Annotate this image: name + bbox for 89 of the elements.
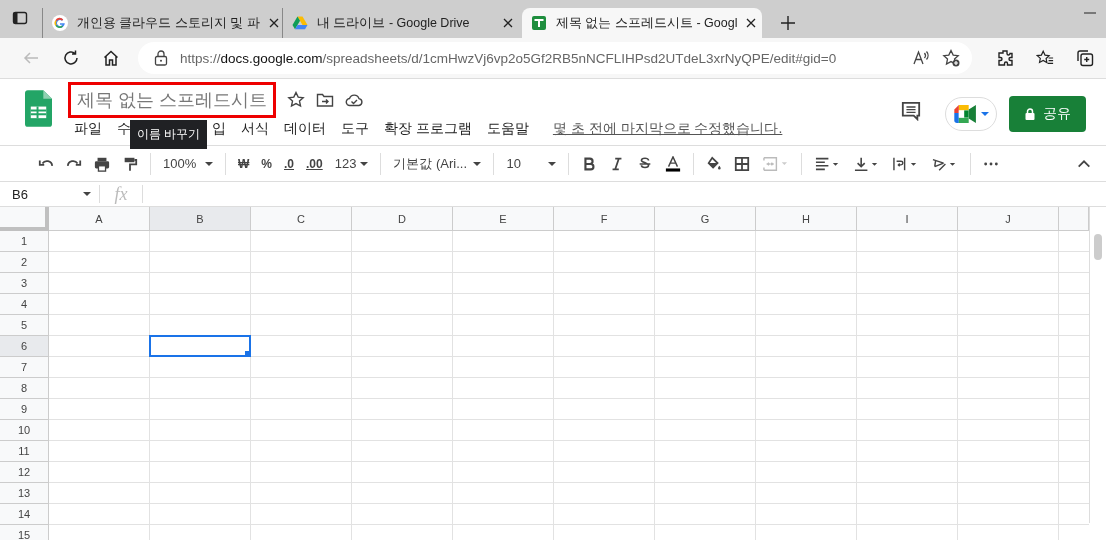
menu-item[interactable]: 도구 (341, 120, 369, 138)
column-header[interactable]: E (453, 207, 554, 231)
font-size-dropdown[interactable]: 10 (506, 156, 557, 171)
sheets-logo-icon (531, 15, 547, 31)
column-header[interactable]: A (49, 207, 150, 231)
move-folder-icon[interactable] (316, 91, 334, 109)
row-header[interactable]: 12 (0, 462, 49, 483)
zoom-dropdown[interactable]: 100% (163, 156, 213, 171)
name-box[interactable]: B6 (0, 185, 100, 203)
currency-format-button[interactable]: ₩ (238, 156, 250, 171)
row-header[interactable]: 10 (0, 420, 49, 441)
star-icon[interactable] (287, 91, 305, 109)
sheets-logo-icon[interactable] (25, 90, 52, 127)
drive-logo-icon (292, 15, 308, 31)
number-format-dropdown[interactable]: 123 (334, 156, 369, 171)
last-edit-link[interactable]: 몇 초 전에 마지막으로 수정했습니다. (552, 120, 783, 138)
print-icon[interactable] (94, 155, 110, 172)
borders-icon[interactable] (734, 155, 751, 172)
row-header[interactable]: 13 (0, 483, 49, 504)
row-header[interactable]: 4 (0, 294, 49, 315)
google-logo-icon (52, 15, 68, 31)
cell-grid[interactable] (49, 231, 1089, 540)
row-header[interactable]: 14 (0, 504, 49, 525)
menu-item[interactable]: 서식 (241, 120, 269, 138)
caret-icon (205, 161, 213, 166)
row-header[interactable]: 7 (0, 357, 49, 378)
row-header[interactable]: 11 (0, 441, 49, 462)
caret-icon (473, 161, 482, 166)
cloud-check-icon (345, 91, 363, 109)
close-icon[interactable] (746, 18, 757, 28)
decrease-decimal-button[interactable]: .0 (284, 156, 294, 171)
row-header[interactable]: 8 (0, 378, 49, 399)
menu-item[interactable]: 확장 프로그램 (384, 120, 472, 138)
row-header[interactable]: 2 (0, 252, 49, 273)
url-text: https://docs.google.com/spreadsheets/d/1cmHwzVj6vp2o5Gf2RB5nNCFLIHPsd2UTdeL3xrNyQPE/edit#gid=0 (180, 50, 837, 66)
row-header[interactable]: 6 (0, 336, 49, 357)
column-header[interactable]: D (352, 207, 453, 231)
row-header[interactable]: 15 (0, 525, 49, 540)
tooltip: 이름 바꾸기 (130, 120, 208, 149)
tab-title: 제목 없는 스프레드시트 - Googl (556, 14, 738, 32)
lock-icon (154, 50, 168, 66)
extensions-icon[interactable] (996, 49, 1014, 67)
address-bar[interactable]: https://docs.google.com/spreadsheets/d/1cmHwzVj6vp2o5Gf2RB5nNCFLIHPsd2UTdeL3xrNyQPE/edit#gid=0 (138, 42, 972, 74)
percent-format-button[interactable]: % (261, 156, 272, 171)
column-header[interactable]: C (251, 207, 352, 231)
read-aloud-icon[interactable] (912, 49, 930, 67)
text-color-icon[interactable] (665, 155, 682, 172)
font-dropdown[interactable]: 기본값 (Ari... (393, 154, 482, 173)
row-header[interactable]: 3 (0, 273, 49, 294)
tab-actions-icon[interactable] (12, 10, 28, 26)
reload-icon[interactable] (62, 49, 80, 67)
column-header[interactable]: I (857, 207, 958, 231)
home-icon[interactable] (102, 49, 120, 67)
collections-icon[interactable] (1076, 49, 1094, 67)
caret-icon (980, 112, 989, 116)
tab-title: 내 드라이브 - Google Drive (317, 14, 471, 32)
caret-icon (83, 192, 91, 196)
close-icon[interactable] (268, 18, 279, 28)
menu-item[interactable]: 수 (117, 120, 131, 138)
caret-icon (360, 161, 369, 166)
share-button[interactable]: 공유 (1009, 96, 1086, 132)
video-camera-icon (953, 105, 978, 123)
paint-format-icon[interactable] (122, 155, 138, 172)
row-header[interactable]: 9 (0, 399, 49, 420)
menu-item[interactable]: 도움말 (486, 120, 529, 138)
lock-icon (1024, 108, 1035, 120)
close-icon[interactable] (503, 18, 513, 28)
function-label: fx (100, 185, 143, 203)
column-header[interactable]: F (554, 207, 655, 231)
column-header[interactable]: G (655, 207, 756, 231)
column-header[interactable]: H (756, 207, 857, 231)
favorites-icon[interactable] (1036, 49, 1054, 67)
menu-item[interactable]: 입 (212, 120, 226, 138)
menu-item[interactable]: 데이터 (284, 120, 326, 138)
column-header[interactable]: J (958, 207, 1059, 231)
increase-decimal-button[interactable]: .00 (306, 156, 323, 171)
column-header[interactable]: B (150, 207, 251, 231)
menu-item[interactable]: 파일 (74, 120, 102, 138)
tab-title: 개인용 클라우드 스토리지 및 파 (77, 14, 260, 32)
comment-icon[interactable] (901, 101, 921, 121)
row-header[interactable]: 5 (0, 315, 49, 336)
browser-tab[interactable]: 제목 없는 스프레드시트 - Googl (522, 8, 762, 38)
new-tab-icon[interactable] (780, 15, 796, 31)
add-favorite-icon[interactable] (942, 49, 960, 67)
row-header[interactable]: 1 (0, 231, 49, 252)
selected-cell[interactable] (149, 335, 251, 357)
title-field[interactable]: 제목 없는 스프레드시트 (68, 82, 276, 118)
caret-icon (548, 161, 557, 166)
fill-color-icon[interactable] (706, 155, 723, 172)
